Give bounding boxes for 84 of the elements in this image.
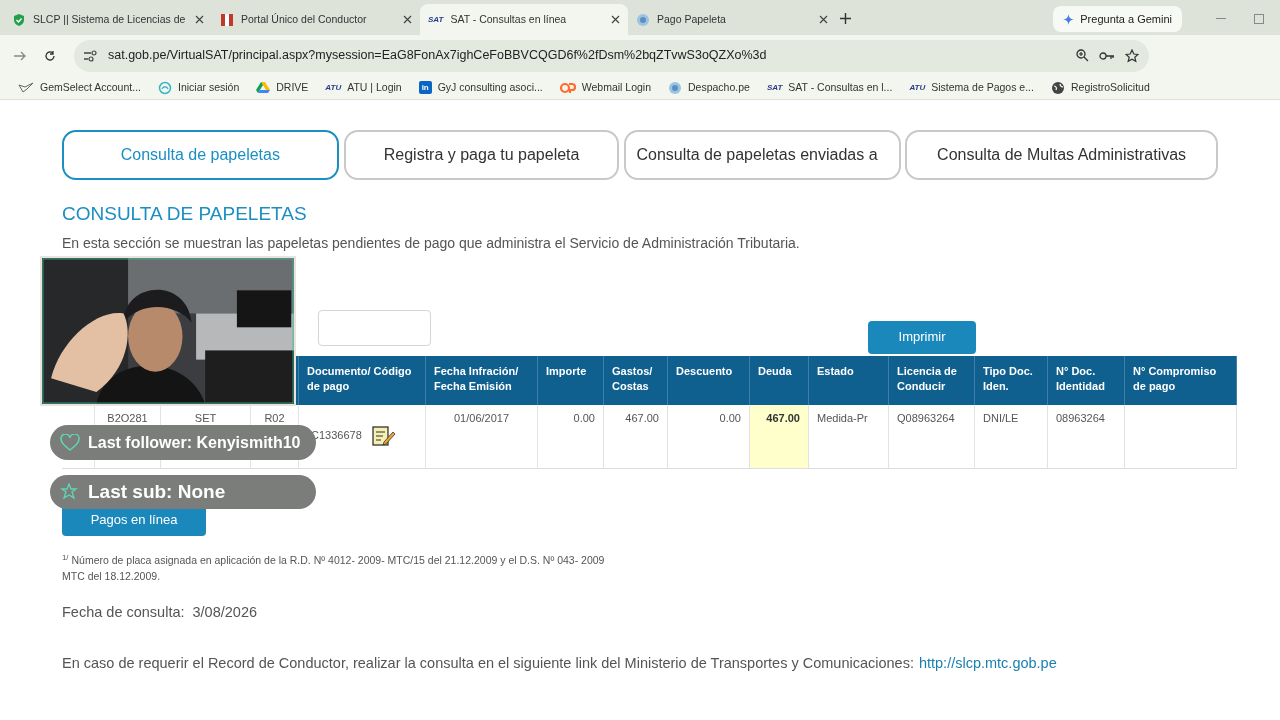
tab-title: Portal Único del Conductor bbox=[241, 11, 368, 27]
section-tab[interactable]: Consulta de papeletas enviadas a bbox=[624, 130, 902, 180]
section-tab[interactable]: Registra y paga tu papeleta bbox=[343, 130, 620, 180]
key-icon[interactable] bbox=[1099, 50, 1115, 61]
drive-icon bbox=[256, 81, 271, 94]
globe-icon bbox=[1050, 80, 1065, 95]
close-icon[interactable] bbox=[611, 15, 620, 24]
print-button[interactable]: Imprimir bbox=[868, 320, 976, 354]
footnote-text: $^{1/}$ Número de placa asignada en aplicación de la R.D. Nº 4012- 2009- MTC/15 del 21.12.2009 y el D.S. Nº 043- 2009 MTC del 18.12.2009. bbox=[62, 551, 606, 584]
bookmark[interactable]: GemSelect Account... bbox=[18, 79, 141, 96]
reload-icon[interactable] bbox=[44, 49, 56, 62]
table-cell: 08963264 bbox=[1048, 404, 1125, 468]
logo-icon: ATU bbox=[909, 83, 926, 92]
globe-icon bbox=[636, 12, 650, 27]
bookmark[interactable]: ATU Sistema de Pagos e... bbox=[909, 79, 1034, 96]
linkedin-icon: in bbox=[418, 81, 432, 94]
table-cell: Q08963264 bbox=[889, 404, 975, 468]
tab-title: Pago Papeleta bbox=[657, 11, 727, 27]
flag-icon bbox=[220, 12, 234, 27]
column-header: N° Compromiso de pago bbox=[1125, 355, 1237, 405]
table-cell: 467.00 bbox=[750, 404, 809, 468]
heart-icon bbox=[60, 433, 80, 452]
column-header: Documento/ Código de pago bbox=[299, 355, 426, 405]
description-text: En esta sección se muestran las papeletas pendientes de pago que administra el Servicio de Administración Tributaria. bbox=[62, 233, 801, 253]
table-cell: 0.00 bbox=[538, 404, 604, 468]
query-date-label: Fecha de consulta: bbox=[62, 602, 185, 622]
logo-icon: SAT bbox=[428, 15, 444, 24]
column-header: Deuda bbox=[750, 355, 809, 405]
browser-tab[interactable]: Portal Único del Conductor bbox=[212, 4, 420, 35]
close-icon[interactable] bbox=[195, 15, 204, 24]
bookmark[interactable]: DRIVE bbox=[256, 79, 309, 96]
star-icon bbox=[60, 483, 78, 501]
record-link[interactable]: http://slcp.mtc.gob.pe bbox=[918, 653, 1057, 675]
bookmark[interactable]: Despacho.pe bbox=[668, 79, 750, 96]
table-cell: Medida-Pr bbox=[809, 404, 889, 468]
search-field[interactable] bbox=[318, 309, 431, 346]
section-tab[interactable]: Consulta de papeletas bbox=[62, 130, 339, 180]
browser-tab[interactable]: SAT SAT - Consultas en línea bbox=[420, 4, 628, 35]
column-header: Descuento bbox=[668, 355, 750, 405]
column-header: Gastos/ Costas bbox=[604, 355, 668, 405]
sub-text: Last sub: None bbox=[88, 479, 226, 504]
globe-icon bbox=[668, 80, 682, 95]
column-header: Fecha Infración/ Fecha Emisión bbox=[426, 355, 538, 405]
close-icon[interactable] bbox=[403, 15, 412, 24]
table-cell: 01/06/2017 bbox=[426, 404, 538, 468]
column-header: Licencia de Conducir bbox=[889, 355, 975, 405]
tab-title: SLCP || Sistema de Licencias de bbox=[33, 11, 187, 27]
browser-tab[interactable]: Pago Papeleta bbox=[628, 4, 836, 35]
bookmark[interactable]: in GyJ consulting asoci... bbox=[418, 79, 543, 96]
bookmark[interactable]: SAT SAT - Consultas en l... bbox=[766, 79, 893, 96]
column-header: Tipo Doc. Iden. bbox=[975, 355, 1048, 405]
section-tab[interactable]: Consulta de Multas Administrativas bbox=[905, 130, 1218, 180]
new-tab-icon[interactable] bbox=[840, 13, 851, 24]
table-cell: DNI/LE bbox=[975, 404, 1048, 468]
query-date: 3/08/2026 bbox=[192, 602, 258, 622]
table-cell: 467.00 bbox=[604, 404, 668, 468]
page-heading: CONSULTA DE PAPELETAS bbox=[62, 202, 308, 226]
bookmark[interactable]: Webmail Login bbox=[559, 79, 651, 96]
url-text: sat.gob.pe/VirtualSAT/principal.aspx?mysession=EaG8FonAx7ighCeFoBBVCQGD6f%2fDsm%2bqZTvwS3oQZXo%3d bbox=[108, 47, 768, 65]
swirl-icon bbox=[157, 80, 172, 95]
maximize-icon[interactable] bbox=[1254, 14, 1264, 24]
edit-icon[interactable] bbox=[371, 424, 396, 447]
bird-icon bbox=[18, 81, 34, 94]
column-header: N° Doc. Identidad bbox=[1048, 355, 1125, 405]
zoom-icon[interactable] bbox=[1076, 49, 1089, 62]
shield-icon bbox=[12, 12, 26, 27]
bookmark[interactable]: RegistroSolicitud bbox=[1050, 79, 1150, 96]
cpanel-icon bbox=[559, 81, 576, 94]
star-icon[interactable] bbox=[1125, 48, 1139, 63]
bookmark[interactable]: ATU ATU | Login bbox=[325, 79, 402, 96]
logo-icon: ATU bbox=[325, 83, 342, 92]
column-header: Estado bbox=[809, 355, 889, 405]
bookmark[interactable]: Iniciar sesión bbox=[157, 79, 240, 96]
forward-icon[interactable] bbox=[14, 50, 26, 61]
address-bar[interactable]: sat.gob.pe/VirtualSAT/principal.aspx?mysession=EaG8FonAx7ighCeFoBBVCQGD6f%2fDsm%2bqZTvwS3oQZXo%3d bbox=[74, 39, 1149, 72]
tab-title: SAT - Consultas en línea bbox=[450, 11, 568, 27]
site-settings-icon[interactable] bbox=[84, 49, 98, 62]
sparkle-icon bbox=[1063, 13, 1075, 25]
column-header: Importe bbox=[538, 355, 604, 405]
browser-tab[interactable]: SLCP || Sistema de Licencias de bbox=[4, 4, 212, 35]
close-icon[interactable] bbox=[819, 15, 828, 24]
gemini-button[interactable]: Pregunta a Gemini bbox=[1053, 6, 1182, 32]
record-text: En caso de requerir el Record de Conductor, realizar la consulta en el siguiente link del Ministerio de Transportes y Comunicaciones: bbox=[62, 654, 914, 674]
logo-icon: SAT bbox=[766, 83, 783, 92]
